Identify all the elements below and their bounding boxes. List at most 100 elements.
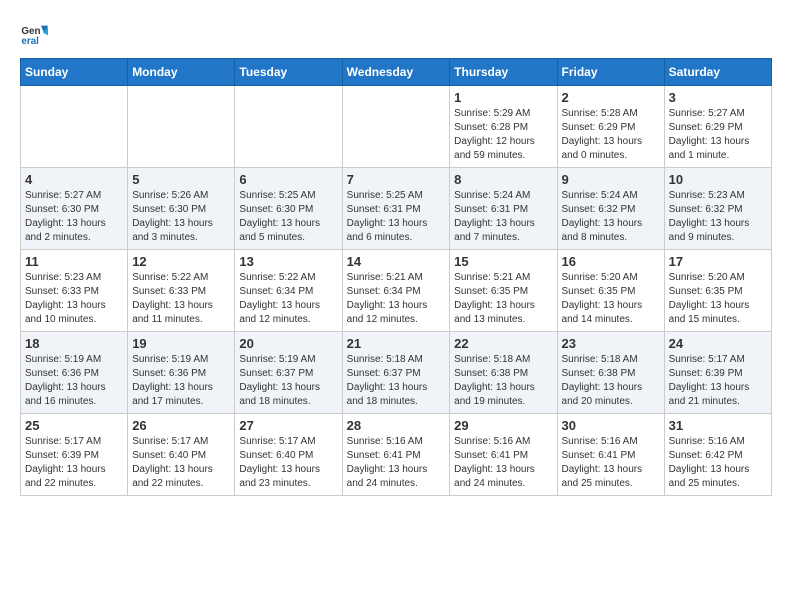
day-number: 20 xyxy=(239,336,337,351)
calendar-cell: 23 Sunrise: 5:18 AM Sunset: 6:38 PM Dayli… xyxy=(557,332,664,414)
day-number: 30 xyxy=(562,418,660,433)
calendar-cell: 22 Sunrise: 5:18 AM Sunset: 6:38 PM Dayli… xyxy=(450,332,557,414)
day-info: Sunrise: 5:29 AM Sunset: 6:28 PM Dayligh… xyxy=(454,107,552,163)
calendar-cell: 25 Sunrise: 5:17 AM Sunset: 6:39 PM Dayli… xyxy=(21,414,128,496)
day-number: 12 xyxy=(132,254,230,269)
page-header: Gen eral xyxy=(20,20,772,48)
calendar-cell: 3 Sunrise: 5:27 AM Sunset: 6:29 PM Daylig… xyxy=(664,86,771,168)
day-number: 10 xyxy=(669,172,767,187)
calendar-cell: 6 Sunrise: 5:25 AM Sunset: 6:30 PM Daylig… xyxy=(235,168,342,250)
calendar-cell: 1 Sunrise: 5:29 AM Sunset: 6:28 PM Daylig… xyxy=(450,86,557,168)
day-number: 21 xyxy=(347,336,446,351)
day-info: Sunrise: 5:20 AM Sunset: 6:35 PM Dayligh… xyxy=(669,271,767,327)
calendar-cell: 27 Sunrise: 5:17 AM Sunset: 6:40 PM Dayli… xyxy=(235,414,342,496)
calendar-cell: 28 Sunrise: 5:16 AM Sunset: 6:41 PM Dayli… xyxy=(342,414,450,496)
day-number: 19 xyxy=(132,336,230,351)
day-info: Sunrise: 5:24 AM Sunset: 6:32 PM Dayligh… xyxy=(562,189,660,245)
day-info: Sunrise: 5:22 AM Sunset: 6:33 PM Dayligh… xyxy=(132,271,230,327)
calendar-cell: 26 Sunrise: 5:17 AM Sunset: 6:40 PM Dayli… xyxy=(128,414,235,496)
day-info: Sunrise: 5:18 AM Sunset: 6:38 PM Dayligh… xyxy=(454,353,552,409)
day-number: 5 xyxy=(132,172,230,187)
day-info: Sunrise: 5:22 AM Sunset: 6:34 PM Dayligh… xyxy=(239,271,337,327)
day-info: Sunrise: 5:23 AM Sunset: 6:33 PM Dayligh… xyxy=(25,271,123,327)
calendar-cell: 21 Sunrise: 5:18 AM Sunset: 6:37 PM Dayli… xyxy=(342,332,450,414)
day-number: 1 xyxy=(454,90,552,105)
day-info: Sunrise: 5:19 AM Sunset: 6:36 PM Dayligh… xyxy=(25,353,123,409)
day-number: 28 xyxy=(347,418,446,433)
calendar-cell: 31 Sunrise: 5:16 AM Sunset: 6:42 PM Dayli… xyxy=(664,414,771,496)
day-number: 2 xyxy=(562,90,660,105)
calendar-cell: 12 Sunrise: 5:22 AM Sunset: 6:33 PM Dayli… xyxy=(128,250,235,332)
day-number: 18 xyxy=(25,336,123,351)
calendar-cell: 13 Sunrise: 5:22 AM Sunset: 6:34 PM Dayli… xyxy=(235,250,342,332)
weekday-header-friday: Friday xyxy=(557,59,664,86)
day-number: 23 xyxy=(562,336,660,351)
day-info: Sunrise: 5:27 AM Sunset: 6:29 PM Dayligh… xyxy=(669,107,767,163)
weekday-header-saturday: Saturday xyxy=(664,59,771,86)
day-info: Sunrise: 5:16 AM Sunset: 6:41 PM Dayligh… xyxy=(454,435,552,491)
day-number: 15 xyxy=(454,254,552,269)
calendar-cell: 7 Sunrise: 5:25 AM Sunset: 6:31 PM Daylig… xyxy=(342,168,450,250)
day-info: Sunrise: 5:19 AM Sunset: 6:37 PM Dayligh… xyxy=(239,353,337,409)
day-info: Sunrise: 5:18 AM Sunset: 6:38 PM Dayligh… xyxy=(562,353,660,409)
day-number: 16 xyxy=(562,254,660,269)
day-info: Sunrise: 5:18 AM Sunset: 6:37 PM Dayligh… xyxy=(347,353,446,409)
day-info: Sunrise: 5:16 AM Sunset: 6:41 PM Dayligh… xyxy=(562,435,660,491)
weekday-header-wednesday: Wednesday xyxy=(342,59,450,86)
weekday-header-thursday: Thursday xyxy=(450,59,557,86)
day-number: 3 xyxy=(669,90,767,105)
day-info: Sunrise: 5:16 AM Sunset: 6:41 PM Dayligh… xyxy=(347,435,446,491)
day-info: Sunrise: 5:17 AM Sunset: 6:40 PM Dayligh… xyxy=(132,435,230,491)
day-info: Sunrise: 5:24 AM Sunset: 6:31 PM Dayligh… xyxy=(454,189,552,245)
day-info: Sunrise: 5:17 AM Sunset: 6:39 PM Dayligh… xyxy=(669,353,767,409)
day-number: 6 xyxy=(239,172,337,187)
day-number: 4 xyxy=(25,172,123,187)
day-number: 31 xyxy=(669,418,767,433)
day-number: 24 xyxy=(669,336,767,351)
day-number: 26 xyxy=(132,418,230,433)
calendar-cell: 15 Sunrise: 5:21 AM Sunset: 6:35 PM Dayli… xyxy=(450,250,557,332)
day-info: Sunrise: 5:25 AM Sunset: 6:31 PM Dayligh… xyxy=(347,189,446,245)
day-info: Sunrise: 5:19 AM Sunset: 6:36 PM Dayligh… xyxy=(132,353,230,409)
calendar-cell: 14Sunrise: 5:21 AM Sunset: 6:34 PM Dayli… xyxy=(342,250,450,332)
day-number: 25 xyxy=(25,418,123,433)
day-info: Sunrise: 5:17 AM Sunset: 6:39 PM Dayligh… xyxy=(25,435,123,491)
calendar-cell: 16Sunrise: 5:20 AM Sunset: 6:35 PM Dayli… xyxy=(557,250,664,332)
day-info: Sunrise: 5:23 AM Sunset: 6:32 PM Dayligh… xyxy=(669,189,767,245)
calendar-cell: 29Sunrise: 5:16 AM Sunset: 6:41 PM Dayli… xyxy=(450,414,557,496)
day-info: Sunrise: 5:28 AM Sunset: 6:29 PM Dayligh… xyxy=(562,107,660,163)
calendar-cell: 30 Sunrise: 5:16 AM Sunset: 6:41 PM Dayli… xyxy=(557,414,664,496)
weekday-header-tuesday: Tuesday xyxy=(235,59,342,86)
day-info: Sunrise: 5:27 AM Sunset: 6:30 PM Dayligh… xyxy=(25,189,123,245)
day-info: Sunrise: 5:17 AM Sunset: 6:40 PM Dayligh… xyxy=(239,435,337,491)
calendar-cell xyxy=(21,86,128,168)
calendar-cell: 20 Sunrise: 5:19 AM Sunset: 6:37 PM Dayli… xyxy=(235,332,342,414)
logo: Gen eral xyxy=(20,20,52,48)
calendar-cell: 17 Sunrise: 5:20 AM Sunset: 6:35 PM Dayli… xyxy=(664,250,771,332)
day-number: 11 xyxy=(25,254,123,269)
day-info: Sunrise: 5:16 AM Sunset: 6:42 PM Dayligh… xyxy=(669,435,767,491)
calendar-cell: 11 Sunrise: 5:23 AM Sunset: 6:33 PM Dayli… xyxy=(21,250,128,332)
logo-icon: Gen eral xyxy=(20,20,48,48)
calendar-cell: 2 Sunrise: 5:28 AM Sunset: 6:29 PM Daylig… xyxy=(557,86,664,168)
day-number: 14 xyxy=(347,254,446,269)
day-number: 13 xyxy=(239,254,337,269)
day-info: Sunrise: 5:21 AM Sunset: 6:35 PM Dayligh… xyxy=(454,271,552,327)
calendar-cell xyxy=(235,86,342,168)
day-number: 17 xyxy=(669,254,767,269)
calendar-cell: 4 Sunrise: 5:27 AM Sunset: 6:30 PM Daylig… xyxy=(21,168,128,250)
weekday-header-monday: Monday xyxy=(128,59,235,86)
calendar-cell: 19 Sunrise: 5:19 AM Sunset: 6:36 PM Dayli… xyxy=(128,332,235,414)
calendar-cell: 10 Sunrise: 5:23 AM Sunset: 6:32 PM Dayli… xyxy=(664,168,771,250)
calendar-cell xyxy=(128,86,235,168)
svg-text:eral: eral xyxy=(21,36,39,47)
calendar-cell: 5Sunrise: 5:26 AM Sunset: 6:30 PM Daylig… xyxy=(128,168,235,250)
day-number: 7 xyxy=(347,172,446,187)
calendar-cell: 9Sunrise: 5:24 AM Sunset: 6:32 PM Daylig… xyxy=(557,168,664,250)
day-number: 22 xyxy=(454,336,552,351)
calendar-cell: 18 Sunrise: 5:19 AM Sunset: 6:36 PM Dayli… xyxy=(21,332,128,414)
day-info: Sunrise: 5:25 AM Sunset: 6:30 PM Dayligh… xyxy=(239,189,337,245)
calendar-cell xyxy=(342,86,450,168)
calendar-cell: 8Sunrise: 5:24 AM Sunset: 6:31 PM Daylig… xyxy=(450,168,557,250)
day-number: 27 xyxy=(239,418,337,433)
